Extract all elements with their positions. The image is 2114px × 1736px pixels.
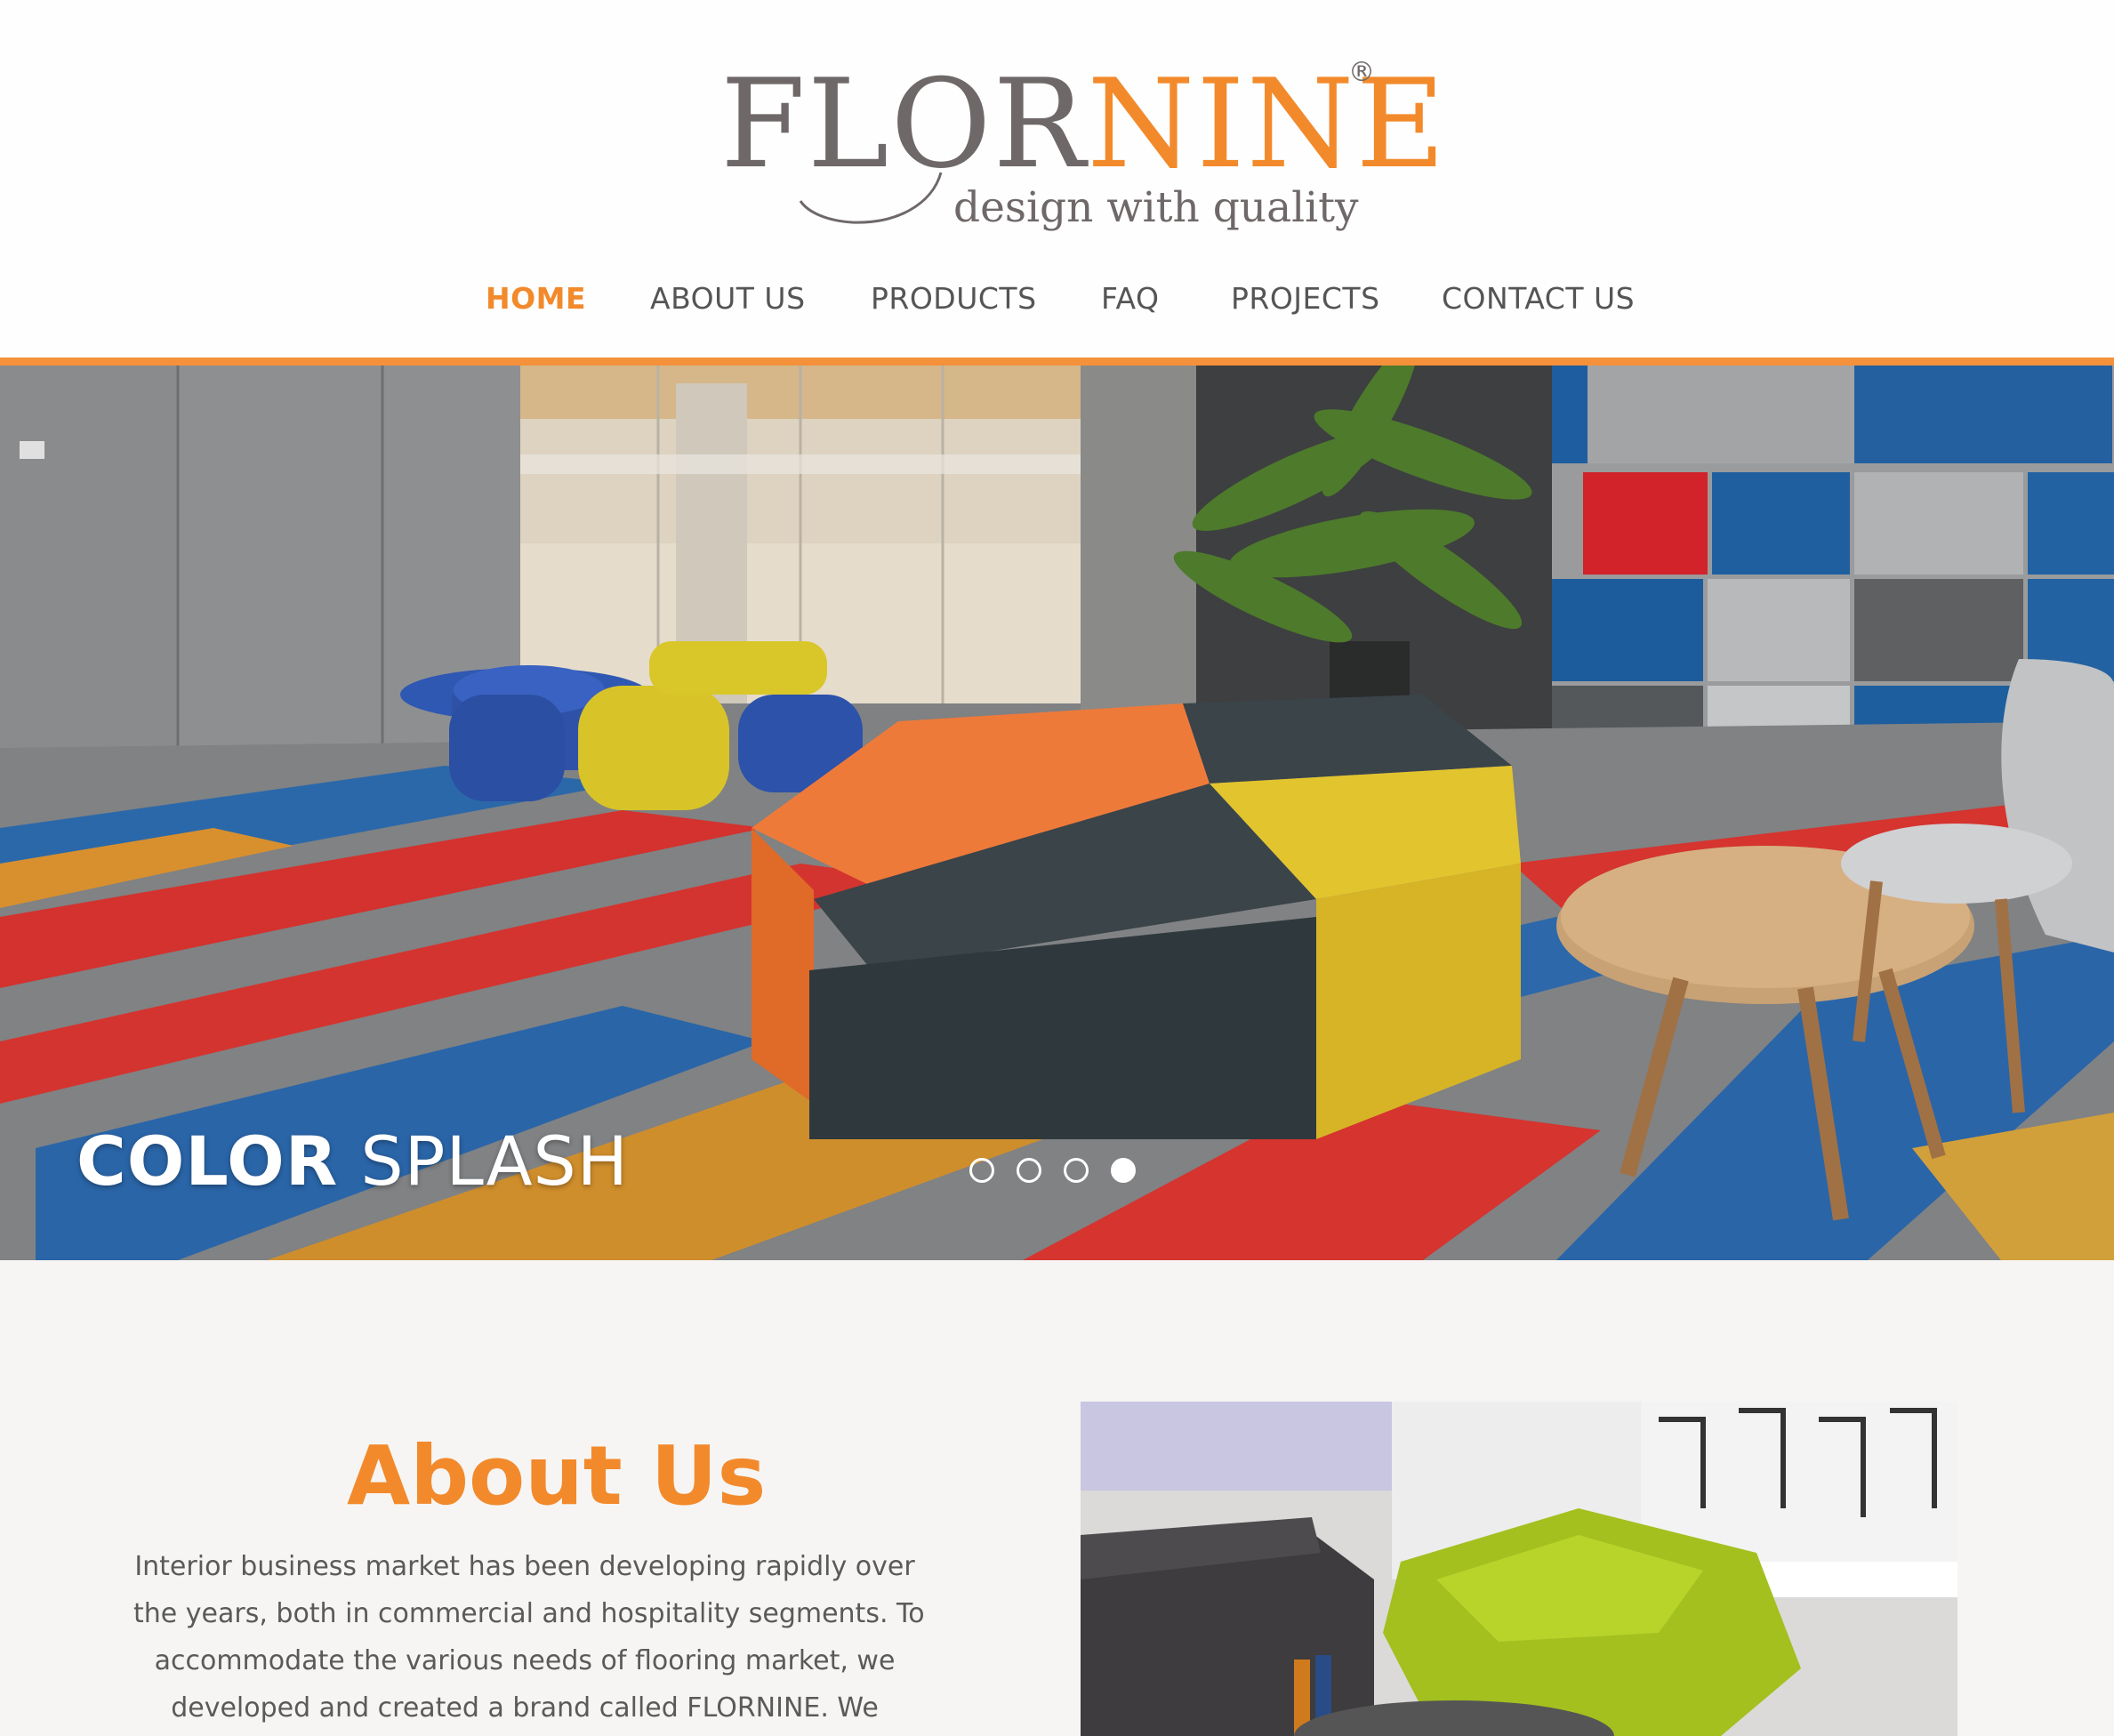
nav-projects[interactable]: PROJECTS: [1231, 277, 1380, 320]
about-title: About Us: [347, 1428, 767, 1523]
logo-tagline: design with quality: [953, 183, 1359, 232]
about-line: Interior business market has been develo…: [134, 1551, 915, 1582]
about-image: [1081, 1402, 1957, 1736]
nav-faq[interactable]: FAQ: [1101, 277, 1159, 320]
about-line: developed and created a brand called FLO…: [171, 1692, 879, 1724]
nav-about-us[interactable]: ABOUT US: [650, 277, 806, 320]
brand-logo[interactable]: FLORNINE ® design with quality: [720, 53, 1445, 249]
about-line: accommodate the various needs of floorin…: [154, 1645, 896, 1676]
hero-slider[interactable]: COLOR SPLASH: [0, 366, 2114, 1260]
slider-dot-3[interactable]: [1064, 1158, 1089, 1183]
nav-contact-us[interactable]: CONTACT US: [1442, 277, 1635, 320]
about-line: the years, both in commercial and hospit…: [133, 1598, 925, 1629]
hero-caption: COLOR SPLASH: [76, 1121, 629, 1201]
site-header: FLORNINE ® design with quality HOME ABOU…: [0, 0, 2114, 358]
logo-swash-icon: [799, 172, 943, 224]
nav-products[interactable]: PRODUCTS: [871, 277, 1037, 320]
slider-dot-1[interactable]: [969, 1158, 994, 1183]
hero-caption-bold: COLOR: [76, 1121, 339, 1201]
nav-home[interactable]: HOME: [486, 277, 586, 320]
header-divider: [0, 358, 2114, 366]
slider-dot-4[interactable]: [1111, 1158, 1136, 1183]
registered-mark: ®: [1348, 57, 1375, 88]
about-text: Interior business market has been develo…: [133, 1543, 925, 1732]
main-nav: HOME ABOUT US PRODUCTS FAQ PROJECTS CONT…: [0, 277, 2114, 322]
logo-nine: NINE: [1087, 52, 1448, 196]
hero-caption-light: SPLASH: [360, 1121, 629, 1201]
slider-dot-2[interactable]: [1017, 1158, 1041, 1183]
